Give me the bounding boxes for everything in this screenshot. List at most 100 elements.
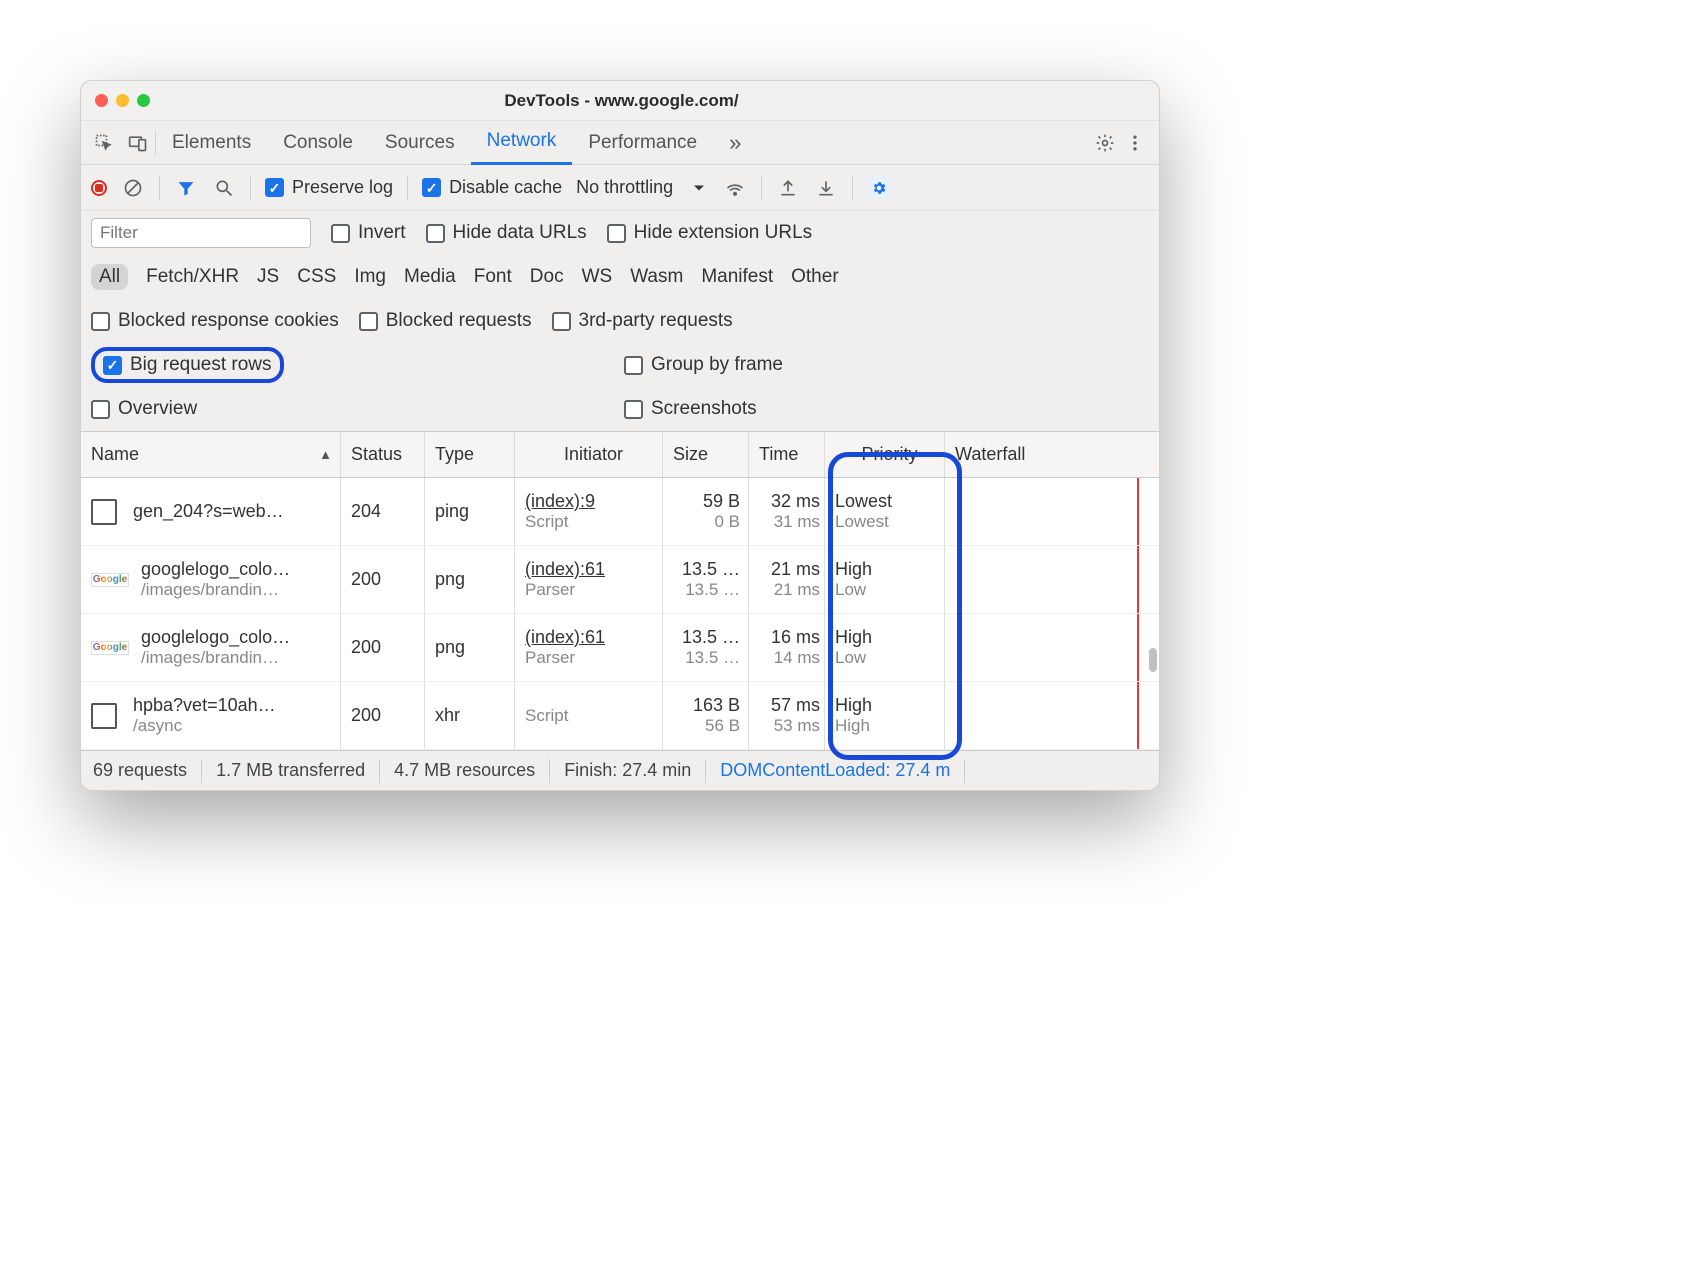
request-name: hpba?vet=10ah… — [133, 695, 276, 716]
col-time[interactable]: Time — [749, 432, 825, 477]
type-css[interactable]: CSS — [297, 266, 336, 288]
blocked-requests-checkbox[interactable]: Blocked requests — [359, 310, 532, 332]
type-media[interactable]: Media — [404, 266, 456, 288]
main-tabs: Elements Console Sources Network Perform… — [81, 121, 1159, 165]
hide-extension-urls-checkbox[interactable]: Hide extension URLs — [607, 222, 812, 244]
type-ws[interactable]: WS — [582, 266, 613, 288]
request-name: gen_204?s=web… — [133, 501, 284, 522]
initiator-link[interactable]: (index):61 — [525, 627, 662, 648]
cell-size: 59 B — [703, 491, 740, 512]
cell-type: png — [425, 614, 515, 681]
initiator-link[interactable]: (index):9 — [525, 491, 662, 512]
col-initiator[interactable]: Initiator — [515, 432, 663, 477]
record-button[interactable] — [91, 180, 107, 196]
invert-checkbox[interactable]: Invert — [331, 222, 406, 244]
col-waterfall[interactable]: Waterfall — [945, 432, 1159, 477]
more-icon[interactable] — [1123, 131, 1147, 155]
table-row[interactable]: Googlegooglelogo_colo…/images/brandin…20… — [81, 546, 1159, 614]
cell-waterfall — [945, 682, 1159, 749]
type-filter-row: All Fetch/XHR JS CSS Img Media Font Doc … — [81, 255, 1159, 299]
disable-cache-label: Disable cache — [449, 177, 562, 198]
maximize-window-button[interactable] — [137, 94, 150, 107]
table-row[interactable]: gen_204?s=web…204ping(index):9Script59 B… — [81, 478, 1159, 546]
request-path: /async — [133, 716, 276, 736]
overview-checkbox[interactable]: Overview — [91, 398, 197, 420]
type-font[interactable]: Font — [474, 266, 512, 288]
cell-waterfall — [945, 546, 1159, 613]
network-settings-icon[interactable] — [867, 176, 891, 200]
close-window-button[interactable] — [95, 94, 108, 107]
big-rows-label: Big request rows — [130, 354, 272, 376]
col-name[interactable]: Name▲ — [81, 432, 341, 477]
cell-status: 200 — [341, 546, 425, 613]
cell-size-sub: 56 B — [705, 716, 740, 736]
initiator-type: Parser — [525, 580, 662, 600]
type-js[interactable]: JS — [257, 266, 279, 288]
request-path: /images/brandin… — [141, 580, 290, 600]
request-name: googlelogo_colo… — [141, 559, 290, 580]
tab-sources[interactable]: Sources — [369, 121, 471, 165]
blocked-options-row: Blocked response cookies Blocked request… — [81, 299, 1159, 343]
search-icon[interactable] — [212, 176, 236, 200]
export-har-icon[interactable] — [776, 176, 800, 200]
cell-size: 13.5 … — [682, 627, 740, 648]
sort-indicator-icon: ▲ — [319, 447, 332, 462]
devtools-window: DevTools - www.google.com/ Elements Cons… — [80, 80, 1160, 791]
cell-size-sub: 13.5 … — [685, 648, 740, 668]
network-conditions-icon[interactable] — [723, 176, 747, 200]
requests-table: Name▲ Status Type Initiator Size Time Pr… — [81, 431, 1159, 750]
col-priority[interactable]: Priority — [825, 432, 945, 477]
cell-time: 57 ms — [771, 695, 820, 716]
type-img[interactable]: Img — [354, 266, 386, 288]
tab-console[interactable]: Console — [267, 121, 369, 165]
filter-icon[interactable] — [174, 176, 198, 200]
disable-cache-checkbox[interactable]: Disable cache — [422, 177, 562, 198]
table-header: Name▲ Status Type Initiator Size Time Pr… — [81, 432, 1159, 478]
type-all[interactable]: All — [91, 264, 128, 290]
hide-data-urls-checkbox[interactable]: Hide data URLs — [426, 222, 587, 244]
cell-priority: High — [835, 695, 944, 716]
table-row[interactable]: Googlegooglelogo_colo…/images/brandin…20… — [81, 614, 1159, 682]
resource-icon — [91, 499, 117, 525]
table-row[interactable]: hpba?vet=10ah…/async200xhrScript163 B56 … — [81, 682, 1159, 750]
screenshots-checkbox[interactable]: Screenshots — [624, 398, 757, 420]
tab-performance[interactable]: Performance — [572, 121, 713, 165]
minimize-window-button[interactable] — [116, 94, 129, 107]
blocked-cookies-label: Blocked response cookies — [118, 310, 339, 332]
cell-type: png — [425, 546, 515, 613]
third-party-checkbox[interactable]: 3rd-party requests — [552, 310, 733, 332]
col-type[interactable]: Type — [425, 432, 515, 477]
group-by-frame-checkbox[interactable]: Group by frame — [624, 354, 783, 376]
cell-priority: High — [835, 559, 944, 580]
big-request-rows-checkbox[interactable]: Big request rows — [103, 354, 272, 376]
type-fetch-xhr[interactable]: Fetch/XHR — [146, 266, 239, 288]
inspect-icon[interactable] — [87, 133, 121, 153]
type-wasm[interactable]: Wasm — [630, 266, 683, 288]
cell-size: 13.5 … — [682, 559, 740, 580]
cell-priority-sub: Low — [835, 580, 944, 600]
request-name: googlelogo_colo… — [141, 627, 290, 648]
settings-icon[interactable] — [1093, 131, 1117, 155]
filter-input[interactable] — [91, 218, 311, 248]
filter-bar: Invert Hide data URLs Hide extension URL… — [81, 211, 1159, 255]
throttle-select[interactable]: No throttling — [576, 177, 709, 198]
initiator-link[interactable]: (index):61 — [525, 559, 662, 580]
status-bar: 69 requests 1.7 MB transferred 4.7 MB re… — [81, 750, 1159, 790]
status-requests: 69 requests — [93, 759, 202, 783]
type-manifest[interactable]: Manifest — [701, 266, 773, 288]
col-status[interactable]: Status — [341, 432, 425, 477]
cell-time: 32 ms — [771, 491, 820, 512]
device-toggle-icon[interactable] — [121, 133, 155, 153]
tab-elements[interactable]: Elements — [156, 121, 267, 165]
import-har-icon[interactable] — [814, 176, 838, 200]
type-doc[interactable]: Doc — [530, 266, 564, 288]
cell-status: 200 — [341, 614, 425, 681]
tab-network[interactable]: Network — [471, 121, 573, 165]
tabs-overflow[interactable]: » — [713, 121, 757, 165]
preserve-log-checkbox[interactable]: Preserve log — [265, 177, 393, 198]
cell-priority-sub: High — [835, 716, 944, 736]
type-other[interactable]: Other — [791, 266, 839, 288]
col-size[interactable]: Size — [663, 432, 749, 477]
clear-button[interactable] — [121, 176, 145, 200]
blocked-cookies-checkbox[interactable]: Blocked response cookies — [91, 310, 339, 332]
